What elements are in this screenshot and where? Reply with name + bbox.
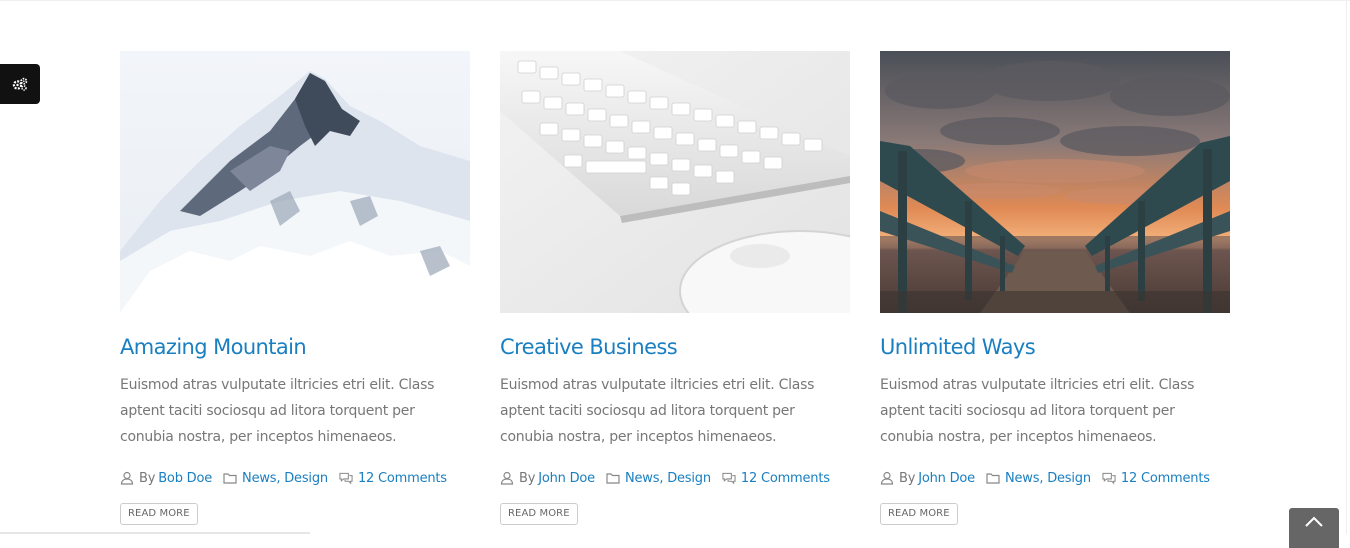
post-meta: By John Doe News, Design 12 Comments (880, 468, 1230, 488)
comments-link[interactable]: 12 Comments (741, 471, 830, 486)
post-excerpt: Euismod atras vulputate iltricies etri e… (880, 377, 1195, 445)
top-divider (0, 0, 1350, 1)
comments-icon (339, 471, 353, 485)
category-link-news[interactable]: News (625, 471, 660, 486)
post-author: By John Doe (500, 471, 595, 486)
comments-link[interactable]: 12 Comments (1121, 471, 1210, 486)
post-comments: 12 Comments (722, 471, 830, 486)
category-link-design[interactable]: Design (667, 471, 711, 486)
folder-icon (606, 471, 620, 485)
post-excerpt: Euismod atras vulputate iltricies etri e… (500, 377, 815, 445)
post-title-link[interactable]: Unlimited Ways (880, 333, 1230, 361)
post-image-snowy-mountain[interactable] (120, 51, 470, 313)
user-icon (500, 471, 514, 485)
user-icon (120, 471, 134, 485)
read-more-button[interactable]: READ MORE (500, 503, 578, 525)
category-separator: , (276, 470, 285, 486)
category-link-design[interactable]: Design (284, 471, 328, 486)
post-meta: By John Doe News, Design 12 Comments (500, 468, 850, 488)
comments-icon (1102, 471, 1116, 485)
post-meta: By Bob Doe News, Design 12 Comments (120, 468, 470, 488)
post-author: By Bob Doe (120, 471, 212, 486)
post-card: Creative Business Euismod atras vulputat… (500, 51, 850, 525)
category-link-design[interactable]: Design (1047, 471, 1091, 486)
post-image-keyboard-mouse[interactable] (500, 51, 850, 313)
post-card: Amazing Mountain Euismod atras vulputate… (120, 51, 470, 525)
read-more-button[interactable]: READ MORE (120, 503, 198, 525)
post-title-link[interactable]: Amazing Mountain (120, 333, 470, 361)
post-comments: 12 Comments (339, 471, 447, 486)
author-link[interactable]: Bob Doe (158, 471, 212, 486)
author-prefix: By (519, 470, 536, 486)
post-image-beach-sunset[interactable] (880, 51, 1230, 313)
category-link-news[interactable]: News (242, 471, 277, 486)
author-prefix: By (899, 470, 916, 486)
comments-icon (722, 471, 736, 485)
settings-toggle-button[interactable] (0, 64, 40, 104)
post-categories: News, Design (986, 471, 1091, 486)
chevron-up-icon (1305, 516, 1323, 527)
post-categories: News, Design (223, 471, 328, 486)
comments-link[interactable]: 12 Comments (358, 471, 447, 486)
read-more-button[interactable]: READ MORE (880, 503, 958, 525)
author-link[interactable]: John Doe (538, 471, 595, 486)
gears-icon (12, 77, 28, 91)
category-separator: , (1039, 470, 1048, 486)
scroll-to-top-button[interactable] (1289, 508, 1339, 548)
author-prefix: By (139, 470, 156, 486)
folder-icon (223, 471, 237, 485)
user-icon (880, 471, 894, 485)
post-excerpt: Euismod atras vulputate iltricies etri e… (120, 377, 435, 445)
post-card: Unlimited Ways Euismod atras vulputate i… (880, 51, 1230, 525)
page-edge (1346, 0, 1347, 534)
category-separator: , (659, 470, 668, 486)
category-link-news[interactable]: News (1005, 471, 1040, 486)
post-comments: 12 Comments (1102, 471, 1210, 486)
folder-icon (986, 471, 1000, 485)
author-link[interactable]: John Doe (918, 471, 975, 486)
post-categories: News, Design (606, 471, 711, 486)
post-title-link[interactable]: Creative Business (500, 333, 850, 361)
post-author: By John Doe (880, 471, 975, 486)
